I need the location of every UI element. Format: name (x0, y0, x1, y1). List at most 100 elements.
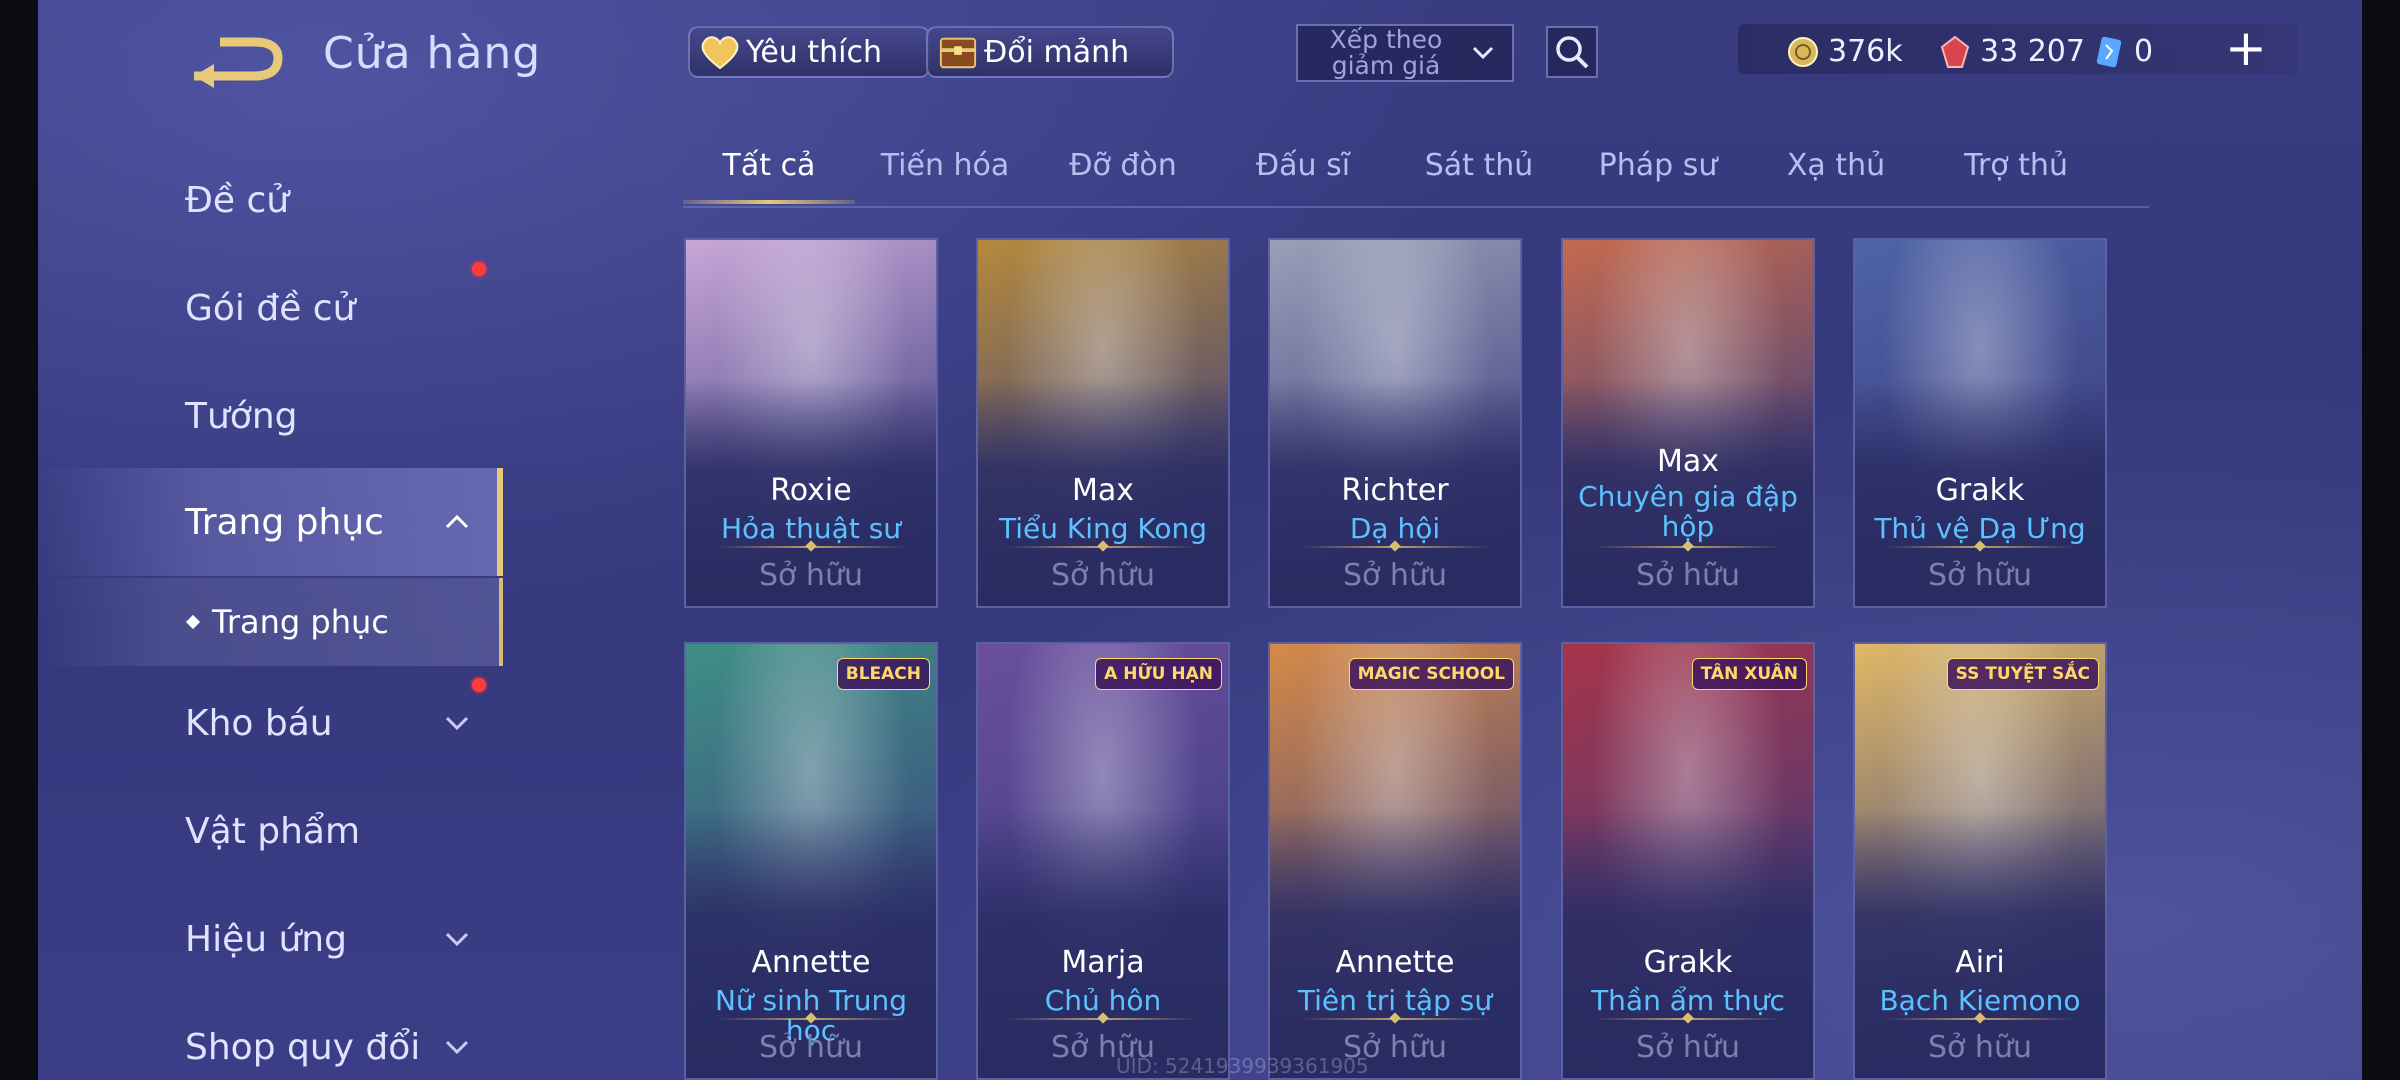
sort-dropdown[interactable]: Xếp theo giảm giá (1296, 24, 1514, 82)
heart-icon (700, 32, 740, 72)
sidebar-item-label: Tướng (185, 395, 298, 437)
card-divider (1300, 1018, 1490, 1020)
owned-status: Sở hữu (1051, 558, 1155, 593)
sidebar-item-items[interactable]: Vật phẩm (38, 791, 503, 871)
tab-assassin[interactable]: Sát thủ (1425, 148, 1534, 183)
screen-edge-right (2362, 0, 2400, 1080)
favorite-label: Yêu thích (746, 34, 882, 70)
sidebar-item-effects[interactable]: Hiệu ứng (38, 899, 503, 979)
tab-marksman[interactable]: Xạ thủ (1787, 148, 1885, 183)
card-divider (1008, 1018, 1198, 1020)
skin-card[interactable]: Richter Dạ hội Sở hữu (1268, 238, 1522, 608)
skin-card[interactable]: A HỮU HẠN Marja Chủ hôn Sở hữu (976, 642, 1230, 1080)
exchange-shards-button[interactable]: Đổi mảnh (926, 26, 1174, 78)
chevron-down-icon (445, 1040, 469, 1055)
chevron-down-icon (1472, 46, 1494, 60)
tab-mage[interactable]: Pháp sư (1599, 148, 1718, 183)
sidebar-item-heroes[interactable]: Tướng (38, 376, 503, 456)
owned-status: Sở hữu (1343, 558, 1447, 593)
tab-support[interactable]: Trợ thủ (1964, 148, 2068, 183)
sidebar: Đề cử Gói đề cử Tướng Trang phục Trang p… (38, 140, 503, 1080)
skin-card[interactable]: Max Tiểu King Kong Sở hữu (976, 238, 1230, 608)
sidebar-item-recommended[interactable]: Đề cử (38, 160, 503, 240)
skin-card[interactable]: Grakk Thủ vệ Dạ Ưng Sở hữu (1853, 238, 2107, 608)
owned-status: Sở hữu (1636, 558, 1740, 593)
search-button[interactable] (1546, 26, 1598, 78)
gem-currency: 33 207 (1938, 34, 2085, 69)
back-button[interactable] (186, 30, 286, 90)
sidebar-item-label: Kho báu (185, 702, 333, 744)
skin-tier-badge: TÂN XUÂN (1691, 658, 1807, 690)
hero-name: Marja (1061, 945, 1145, 980)
back-arrow-icon (194, 37, 283, 88)
hero-name: Max (1071, 473, 1135, 508)
chevron-up-icon (445, 514, 469, 529)
hero-name: Roxie (770, 473, 852, 508)
gem-value: 33 207 (1980, 34, 2085, 69)
add-currency-button[interactable]: + (2218, 20, 2274, 76)
owned-status: Sở hữu (1928, 1030, 2032, 1065)
treasure-chest-icon (938, 32, 978, 72)
sidebar-subitem-label: Trang phục (212, 603, 389, 641)
chevron-down-icon (445, 932, 469, 947)
hero-name: Airi (1955, 945, 2005, 980)
role-tabs: Tất cả Tiến hóa Đỡ đòn Đấu sĩ Sát thủ Ph… (683, 140, 2149, 208)
sort-label: Xếp theo giảm giá (1329, 25, 1443, 80)
shop-screen: Cửa hàng Yêu thích Đổi mảnh Xếp theo giả… (38, 0, 2362, 1080)
skin-name: Chuyên gia đập hộp (1578, 480, 1798, 543)
uid-watermark: UID: 5241939939361905 (1116, 1054, 1369, 1078)
skin-card[interactable]: SS TUYỆT SẮC Airi Bạch Kiemono Sở hữu (1853, 642, 2107, 1080)
sidebar-item-label: Gói đề cử (185, 287, 356, 329)
tab-tank[interactable]: Đỡ đòn (1069, 148, 1177, 183)
owned-status: Sở hữu (759, 1030, 863, 1065)
hero-name: Richter (1341, 473, 1449, 508)
notification-dot (472, 678, 486, 692)
skin-card[interactable]: TÂN XUÂN Grakk Thần ẩm thực Sở hữu (1561, 642, 1815, 1080)
card-divider (1593, 546, 1783, 548)
screen-edge-left (0, 0, 38, 1080)
gold-coin-icon (1786, 35, 1820, 69)
voucher-icon (2092, 35, 2126, 69)
hero-name: Grakk (1935, 473, 2025, 508)
owned-status: Sở hữu (1636, 1030, 1740, 1065)
gold-value: 376k (1828, 34, 1903, 69)
sidebar-item-label: Hiệu ứng (185, 918, 347, 960)
skin-tier-badge: A HỮU HẠN (1095, 658, 1222, 690)
sidebar-item-treasure[interactable]: Kho báu (38, 683, 503, 763)
sidebar-item-exchange-shop[interactable]: Shop quy đổi (38, 1007, 503, 1080)
skin-card[interactable]: BLEACH Annette Nữ sinh Trung học Sở hữu (684, 642, 938, 1080)
chevron-down-icon (445, 716, 469, 731)
sidebar-item-recommended-packs[interactable]: Gói đề cử (38, 268, 503, 348)
notification-dot (472, 262, 486, 276)
tab-all[interactable]: Tất cả (723, 148, 816, 183)
card-divider (716, 1018, 906, 1020)
tab-evolution[interactable]: Tiến hóa (881, 148, 1010, 183)
sidebar-item-label: Shop quy đổi (185, 1026, 421, 1068)
card-divider (1593, 1018, 1783, 1020)
sidebar-item-label: Vật phẩm (185, 810, 361, 852)
gold-currency: 376k (1786, 34, 1903, 69)
search-icon (1556, 36, 1589, 69)
exchange-label: Đổi mảnh (984, 34, 1130, 70)
sidebar-subitem-skins[interactable]: Trang phục (38, 578, 503, 666)
skin-tier-badge: BLEACH (836, 658, 930, 690)
favorite-button[interactable]: Yêu thích (688, 26, 930, 78)
page-title: Cửa hàng (323, 28, 542, 79)
currency-bar: 376k 33 207 0 (1738, 24, 2298, 74)
voucher-value: 0 (2134, 34, 2154, 69)
card-divider (1300, 546, 1490, 548)
bullet-icon (185, 614, 201, 630)
skin-card[interactable]: Roxie Hỏa thuật sư Sở hữu (684, 238, 938, 608)
tab-fighter[interactable]: Đấu sĩ (1256, 148, 1350, 183)
card-divider (1885, 1018, 2075, 1020)
sidebar-item-label: Trang phục (185, 501, 384, 543)
card-divider (1008, 546, 1198, 548)
skin-tier-badge: MAGIC SCHOOL (1348, 658, 1514, 690)
hero-name: Annette (751, 945, 871, 980)
skin-card[interactable]: Max Chuyên gia đập hộp Sở hữu (1561, 238, 1815, 608)
owned-status: Sở hữu (1928, 558, 2032, 593)
active-tab-indicator (683, 200, 855, 204)
skin-card[interactable]: MAGIC SCHOOL Annette Tiên tri tập sự Sở hữu (1268, 642, 1522, 1080)
card-divider (716, 546, 906, 548)
sidebar-item-skins[interactable]: Trang phục (38, 468, 503, 576)
